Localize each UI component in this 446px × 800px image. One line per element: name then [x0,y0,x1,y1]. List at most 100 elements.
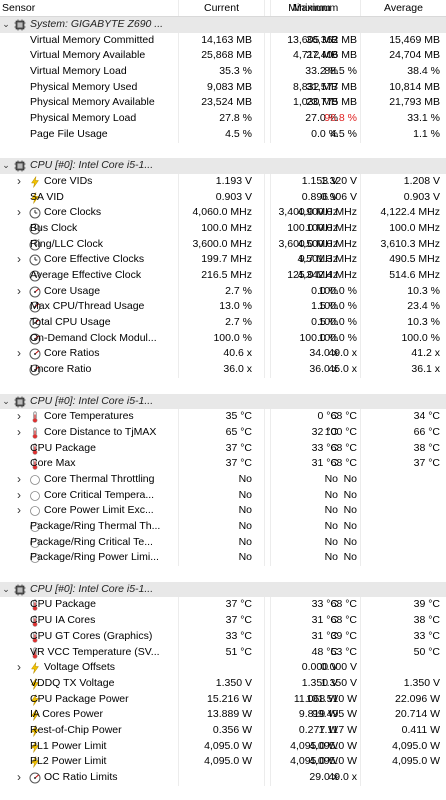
sensor-row[interactable]: Package/Ring Thermal Th... No No No [0,519,446,535]
sensor-row[interactable]: › Core Usage 2.7 % 0.0 % 100.0 % 10.3 % [0,283,446,300]
sensor-row[interactable]: IA Cores Power 13.889 W 9.819 W 99.495 W 20.… [0,707,446,723]
sensor-label: Package/Ring Power Limi... [30,551,159,564]
average-value: 24,704 MB [360,48,446,65]
current-value: 3,600.0 MHz [178,236,264,253]
sensor-name-cell: › Core Distance to TjMAX [0,425,178,441]
sensor-row[interactable]: › Core Distance to TjMAX 65 °C 32 °C 100 °C 6… [0,424,446,441]
expand-chevron-icon[interactable]: › [15,346,23,362]
expand-chevron-icon[interactable]: › [15,770,23,786]
sensor-group-row[interactable]: ⌄ CPU [#0]: Intel Core i5-1... [0,393,446,410]
average-value [360,550,446,567]
sensor-row[interactable]: On-Demand Clock Modul... 100.0 % 100.0 % 10… [0,330,446,347]
collapse-chevron-icon[interactable]: ⌄ [2,158,10,174]
spacer-row [0,566,446,582]
expand-chevron-icon[interactable]: › [15,252,23,268]
sensor-row[interactable]: Rest-of-Chip Power 0.356 W 0.277 W 1.117 W0… [0,722,446,739]
sensor-row[interactable]: Virtual Memory Load 35.3 % 33.2 % 88.5 % 38.… [0,64,446,80]
collapse-chevron-icon[interactable]: ⌄ [2,394,10,410]
maximum-value: 36,362 MB [270,32,360,49]
column-header-current[interactable]: Current [178,0,264,16]
column-header-sensor[interactable]: Sensor [0,0,178,16]
sensor-row[interactable]: Ring/LLC Clock 3,600.0 MHz 3,600.0 MHz 4,50… [0,236,446,253]
expand-chevron-icon[interactable]: › [15,660,23,676]
thermometer-icon [29,411,41,423]
expand-chevron-icon[interactable]: › [15,503,23,519]
sensor-label: CPU Package [30,441,96,454]
expand-chevron-icon[interactable]: › [15,174,23,190]
sensor-row[interactable]: Max CPU/Thread Usage 13.0 % 1.5 % 100.0 % 23… [0,299,446,316]
sensor-row[interactable]: › Core Power Limit Exc... No No No [0,503,446,519]
sensor-row[interactable]: PL1 Power Limit 4,095.0 W 4,095.0 W 4,095.0… [0,738,446,755]
expand-chevron-icon[interactable]: › [15,409,23,425]
sensor-row[interactable]: › Core Temperatures 35 °C 0 °C 68 °C 34 °C [0,409,446,425]
sensor-label: Average Effective Clock [30,269,142,281]
sensor-label: SA VID [30,190,64,203]
current-value: 33 °C [178,628,264,645]
sensor-row[interactable]: CPU Package Power 15.216 W 11.068 W 101.510… [0,691,446,708]
sensor-row[interactable]: CPU GT Cores (Graphics) 33 °C 31 °C 39 °C 33… [0,628,446,645]
average-value: 50 °C [360,644,446,661]
expand-chevron-icon[interactable]: › [15,205,23,221]
current-value: 14,163 MB [178,32,264,49]
sensor-row[interactable]: › Core Critical Tempera... No No No [0,487,446,504]
sensor-row[interactable]: Physical Memory Used 9,083 MB 8,832 MB 31,5… [0,79,446,96]
sensor-row[interactable]: Package/Ring Power Limi... No No No [0,550,446,567]
sensor-row[interactable]: CPU Package 37 °C 33 °C 68 °C 38 °C [0,440,446,457]
sensor-group-row[interactable]: ⌄ System: GIGABYTE Z690 ... [0,17,446,33]
column-header-row: Sensor Current Minimum Maximum Average [0,0,446,17]
expand-chevron-icon[interactable]: › [15,488,23,504]
sensor-label: Core Effective Clocks [44,253,145,266]
sensor-table: Sensor Current Minimum Maximum Average ⌄… [0,0,446,800]
collapse-chevron-icon[interactable]: ⌄ [2,17,10,33]
column-header-maximum[interactable]: Maximum [270,0,360,16]
sensor-label: Core Distance to TjMAX [44,425,157,438]
sensor-row[interactable]: Physical Memory Available 23,524 MB 1,030 … [0,95,446,112]
sensor-row[interactable]: › Core Ratios 40.6 x 34.0 x 49.0 x 41.2 x [0,346,446,363]
sensor-row[interactable]: VR VCC Temperature (SV... 51 °C 48 °C 53 °C… [0,644,446,661]
average-value [360,519,446,535]
sensor-row[interactable]: Total CPU Usage 2.7 % 0.5 % 100.0 % 10.3 % [0,315,446,331]
sensor-label: Physical Memory Available [30,96,155,109]
sensor-row[interactable]: › Core Effective Clocks 199.7 MHz 9.7 MHz 4,… [0,252,446,268]
sensor-name-cell: CPU GT Cores (Graphics) [0,629,178,645]
sensor-row[interactable]: CPU Package 37 °C 33 °C 68 °C 39 °C [0,597,446,614]
gauge-icon [29,772,41,784]
sensor-row[interactable]: CPU IA Cores 37 °C 31 °C 68 °C 38 °C [0,613,446,629]
sensor-row[interactable]: VDDQ TX Voltage 1.350 V 1.350 V 1.350 V 1.35… [0,675,446,692]
current-value: 37 °C [178,613,264,629]
sensor-row[interactable]: Uncore Ratio 36.0 x 36.0 x 45.0 x 36.1 x [0,362,446,378]
maximum-value: 49.0 x [270,346,360,363]
sensor-row[interactable]: Page File Usage 4.5 % 0.0 % 4.5 % 1.1 % [0,126,446,143]
sensor-group-row[interactable]: ⌄ CPU [#0]: Intel Core i5-1... [0,581,446,598]
maximum-value: No [270,519,360,535]
sensor-row[interactable]: PL2 Power Limit 4,095.0 W 4,095.0 W 4,095.0… [0,754,446,770]
sensor-row[interactable]: Core Max 37 °C 31 °C 68 °C 37 °C [0,456,446,472]
expand-chevron-icon[interactable]: › [15,425,23,441]
column-header-average[interactable]: Average [360,0,446,16]
sensor-row[interactable]: Average Effective Clock 216.5 MHz 125.0 MH… [0,268,446,284]
sensor-name-cell: PL2 Power Limit [0,754,178,770]
sensor-row[interactable]: › Core VIDs 1.193 V 1.153 V 1.320 V 1.208 V [0,173,446,190]
current-value: 40.6 x [178,346,264,363]
expand-chevron-icon[interactable]: › [15,284,23,300]
sensor-row[interactable]: Virtual Memory Available 25,868 MB 4,712 M… [0,48,446,65]
maximum-value: 68 °C [270,456,360,472]
average-value: 490.5 MHz [360,252,446,268]
sensor-group-row[interactable]: ⌄ CPU [#0]: Intel Core i5-1... [0,158,446,174]
average-value: 39 °C [360,597,446,614]
sensor-row[interactable]: Physical Memory Load 27.8 % 27.0 % 96.8 % 33… [0,111,446,127]
sensor-row[interactable]: › Voltage Offsets 0.000 V 0.000 V [0,660,446,676]
sensor-row[interactable]: Virtual Memory Committed 14,163 MB 13,605 … [0,32,446,49]
sensor-row[interactable]: Package/Ring Critical Te... No No No [0,534,446,551]
sensor-name-cell: ⌄ CPU [#0]: Intel Core i5-1... [0,394,178,410]
average-value: 0.903 V [360,189,446,206]
current-value: 15.216 W [178,691,264,708]
sensor-row[interactable]: › OC Ratio Limits 29.0 x 49.0 x [0,770,446,786]
collapse-chevron-icon[interactable]: ⌄ [2,582,10,598]
average-value: 4,095.0 W [360,754,446,770]
sensor-row[interactable]: Bus Clock 100.0 MHz 100.0 MHz 100.0 MHz 100.… [0,220,446,237]
sensor-row[interactable]: › Core Clocks 4,060.0 MHz 3,400.0 MHz 4,900.… [0,205,446,221]
sensor-row[interactable]: › Core Thermal Throttling No No No [0,471,446,488]
sensor-row[interactable]: SA VID 0.903 V 0.896 V 0.906 V 0.903 V [0,189,446,206]
expand-chevron-icon[interactable]: › [15,472,23,488]
